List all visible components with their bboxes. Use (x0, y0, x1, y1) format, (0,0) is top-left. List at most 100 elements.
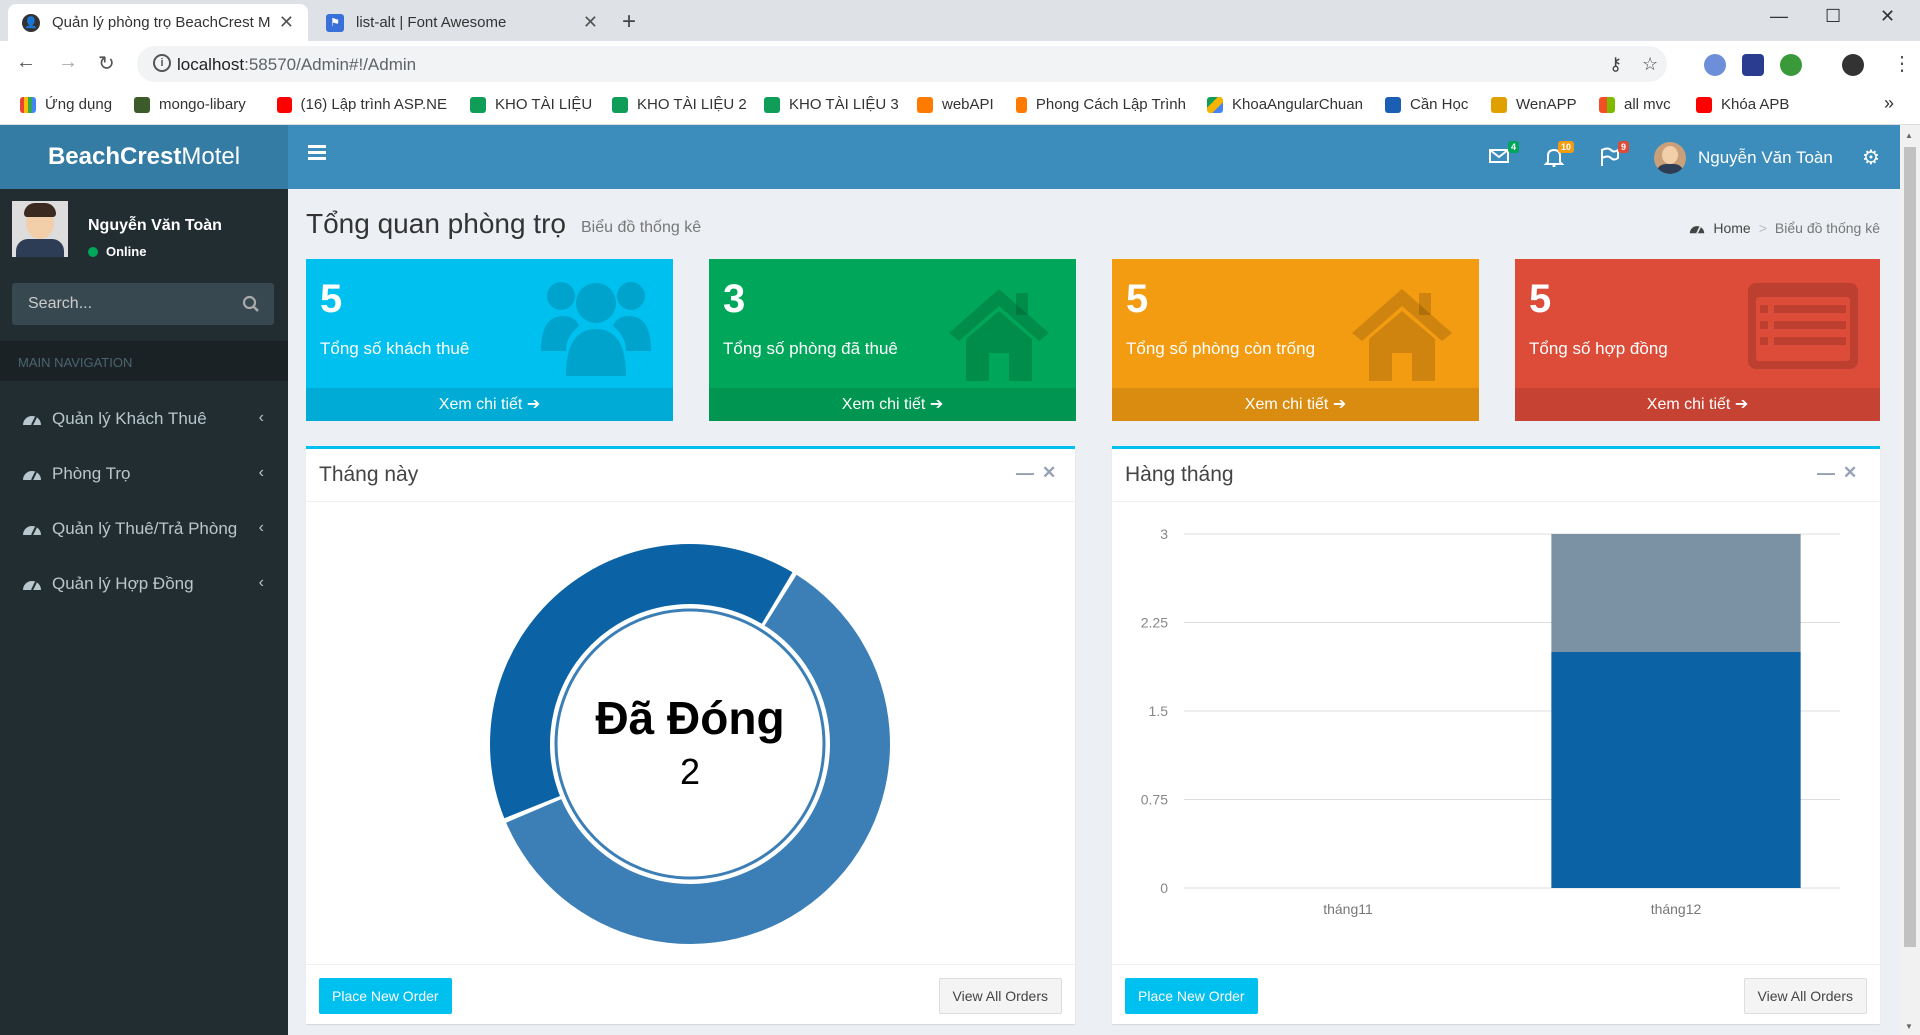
close-tab-icon[interactable]: ✕ (583, 12, 598, 33)
sheets-icon (612, 96, 628, 113)
bookmark[interactable]: Khóa APB (1696, 96, 1789, 113)
info-icon[interactable]: i (153, 54, 171, 72)
messages-menu[interactable]: 4 (1488, 141, 1519, 165)
bar-segment[interactable] (1551, 534, 1801, 652)
panel-title: Hàng tháng (1125, 463, 1234, 486)
collapse-icon[interactable]: — (1016, 463, 1034, 484)
close-tab-icon[interactable]: ✕ (279, 12, 294, 33)
bookmark[interactable]: mongo-libary (134, 96, 246, 113)
view-all-orders-button[interactable]: View All Orders (938, 978, 1062, 1014)
donut-center-label: Đã Đóng (595, 692, 784, 744)
extension-icon[interactable] (1704, 54, 1726, 76)
top-navbar: 4 10 9 Nguyễn Văn Toàn ⚙ (288, 125, 1900, 189)
user-name: Nguyễn Văn Toàn (1698, 148, 1833, 167)
dashboard-icon (23, 415, 41, 425)
bookmark[interactable]: WenAPP (1491, 96, 1577, 113)
stat-more-link[interactable]: Xem chi tiết ➔ (1112, 388, 1479, 421)
sidebar-item-rentals[interactable]: Quản lý Thuê/Trả Phòng ‹ (0, 501, 288, 556)
profile-icon[interactable] (1842, 54, 1864, 76)
stat-more-link[interactable]: Xem chi tiết ➔ (709, 388, 1076, 421)
stat-more-link[interactable]: Xem chi tiết ➔ (1515, 388, 1880, 421)
forward-icon[interactable]: → (58, 51, 78, 74)
list-alt-icon (1748, 283, 1858, 369)
flag-favicon-icon: ⚑ (326, 13, 344, 32)
y-tick-label: 2.25 (1141, 615, 1168, 631)
minimize-icon[interactable]: — (1770, 6, 1788, 27)
donut-inner-ring (554, 608, 826, 880)
bookmark-icon (1385, 96, 1401, 113)
key-icon[interactable]: ⚷ (1609, 54, 1622, 75)
tab-title: Quản lý phòng trọ BeachCrest M (52, 14, 271, 31)
bookmark[interactable]: webAPI (917, 96, 994, 113)
sidebar-item-contracts[interactable]: Quản lý Hợp Đồng ‹ (0, 556, 288, 611)
nav-header: MAIN NAVIGATION (0, 341, 288, 381)
flag-icon (1601, 147, 1619, 166)
dashboard-icon (1690, 225, 1705, 234)
monthly-panel: Hàng tháng — ✕ 0 0.75 1.5 2.25 3 tháng11 tháng… (1112, 446, 1880, 1024)
back-icon[interactable]: ← (16, 51, 36, 74)
dashboard-icon (23, 470, 41, 480)
arrow-circle-right-icon: ➔ (526, 396, 541, 413)
maximize-icon[interactable]: ☐ (1825, 6, 1841, 27)
bookmark[interactable]: Phong Cách Lập Trình (1016, 96, 1186, 113)
stat-label: Tổng số phòng đã thuê (723, 339, 898, 358)
drive-icon (1207, 96, 1223, 113)
close-icon[interactable]: ✕ (1843, 463, 1857, 483)
star-icon[interactable]: ☆ (1642, 54, 1658, 75)
x-tick-label: tháng12 (1651, 901, 1702, 917)
bookmark[interactable]: Cần Học (1385, 96, 1468, 113)
bookmark[interactable]: all mvc (1599, 96, 1671, 113)
close-icon[interactable]: ✕ (1042, 463, 1056, 483)
gears-icon[interactable]: ⚙ (1862, 145, 1880, 170)
bookmark[interactable]: KhoaAngularChuan (1207, 96, 1363, 113)
place-new-order-button[interactable]: Place New Order (319, 978, 452, 1014)
sidebar-item-tenants[interactable]: Quản lý Khách Thuê ‹ (0, 391, 288, 446)
arrow-circle-right-icon: ➔ (929, 396, 944, 413)
scroll-down-icon[interactable]: ▼ (1905, 1022, 1913, 1031)
scroll-up-icon[interactable]: ▲ (1905, 131, 1913, 140)
view-all-orders-button[interactable]: View All Orders (1743, 978, 1867, 1014)
collapse-icon[interactable]: — (1817, 463, 1835, 484)
notifications-menu[interactable]: 10 (1543, 141, 1574, 168)
reload-icon[interactable]: ↻ (98, 51, 115, 76)
sidebar-item-rooms[interactable]: Phòng Trọ ‹ (0, 446, 288, 501)
place-new-order-button[interactable]: Place New Order (1125, 978, 1258, 1014)
blogger-icon (1016, 96, 1027, 113)
breadcrumb: Home > Biểu đồ thống kê (1689, 220, 1880, 236)
browser-tab-active[interactable]: 👤 Quản lý phòng trọ BeachCrest M ✕ (8, 4, 308, 41)
extension-icon[interactable] (1742, 54, 1764, 76)
new-tab-icon[interactable]: + (622, 8, 636, 36)
page-scrollbar[interactable]: ▲ ▼ (1900, 125, 1920, 1035)
scrollbar-thumb[interactable] (1904, 147, 1916, 947)
user-menu[interactable]: Nguyễn Văn Toàn (1654, 142, 1833, 174)
bar-segment[interactable] (1551, 652, 1801, 888)
stat-more-link[interactable]: Xem chi tiết ➔ (306, 388, 673, 421)
menu-dots-icon[interactable]: ⋮ (1892, 51, 1912, 76)
bookmark[interactable]: KHO TÀI LIỆU (470, 96, 592, 113)
sidebar-user-name: Nguyễn Văn Toàn (88, 217, 222, 234)
tasks-menu[interactable]: 9 (1598, 141, 1629, 166)
browser-tab[interactable]: ⚑ list-alt | Font Awesome ✕ (312, 4, 612, 41)
y-tick-label: 3 (1160, 526, 1168, 542)
breadcrumb-home[interactable]: Home (1713, 220, 1750, 236)
page-title: Tổng quan phòng trọ (306, 208, 566, 239)
sidebar-toggle-icon[interactable] (308, 145, 326, 163)
search-icon[interactable] (242, 295, 260, 313)
chevron-left-icon: ‹ (258, 464, 264, 481)
bookmark[interactable]: KHO TÀI LIỆU 2 (612, 96, 747, 113)
donut-slice[interactable] (490, 544, 793, 819)
more-bookmarks-icon[interactable]: » (1884, 93, 1894, 114)
extension-icon[interactable] (1780, 54, 1802, 76)
url-field[interactable]: i localhost:58570/Admin#!/Admin ⚷ ☆ (137, 46, 1667, 82)
search-input[interactable] (12, 283, 232, 325)
y-tick-label: 0.75 (1141, 792, 1168, 808)
bookmark-apps[interactable]: Ứng dụng (20, 96, 112, 113)
bookmark[interactable]: KHO TÀI LIỆU 3 (764, 96, 899, 113)
close-window-icon[interactable]: ✕ (1880, 6, 1895, 27)
app-logo[interactable]: BeachCrest Motel (0, 125, 288, 189)
tab-title: list-alt | Font Awesome (356, 14, 507, 31)
avatar (12, 201, 68, 257)
stat-box-vacant-rooms: 5 Tổng số phòng còn trống Xem chi tiết ➔ (1112, 259, 1479, 421)
this-month-panel: Tháng này — ✕ Đã Đóng 2 Place New Order V… (306, 446, 1075, 1024)
bookmark[interactable]: (16) Lập trình ASP.NE (277, 96, 447, 113)
